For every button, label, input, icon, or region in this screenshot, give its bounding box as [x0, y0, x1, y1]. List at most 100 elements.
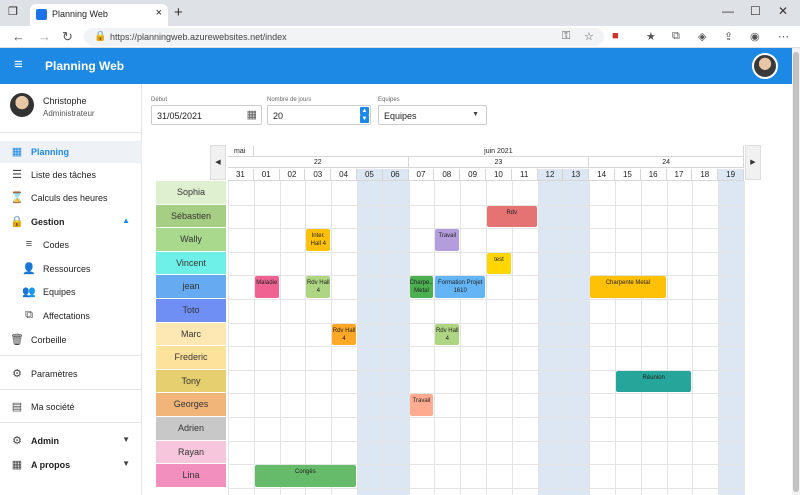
- day-header[interactable]: 16: [640, 169, 667, 181]
- next-period-button[interactable]: ▶: [745, 145, 761, 180]
- header-avatar[interactable]: [752, 53, 778, 79]
- sidebar-item-tasks[interactable]: ☰ Liste des tâches: [0, 164, 142, 186]
- sidebar-item-apropos[interactable]: ▦ A propos ▼: [0, 454, 142, 476]
- browser-tab[interactable]: Planning Web ×: [30, 4, 168, 26]
- minimize-button[interactable]: —: [722, 4, 734, 18]
- sidebar-item-label: Ressources: [43, 264, 91, 274]
- profile-icon[interactable]: ◉: [750, 30, 760, 43]
- planning-event[interactable]: Rdv Hall 4: [332, 323, 356, 346]
- increment-icon[interactable]: ▲: [360, 107, 369, 115]
- day-header[interactable]: 05: [357, 169, 383, 181]
- planning-event[interactable]: Travail: [435, 229, 460, 251]
- back-button[interactable]: ←: [12, 29, 25, 44]
- planning-event[interactable]: Charpe... Metal: [409, 276, 434, 298]
- day-header[interactable]: 02: [279, 169, 306, 181]
- planning-event[interactable]: Maladie: [254, 276, 279, 298]
- start-date-field[interactable]: 31/05/2021 ▦: [151, 105, 262, 125]
- resource-label[interactable]: Lina: [156, 464, 226, 488]
- week-header: 23: [408, 157, 590, 168]
- days-count-stepper[interactable]: 20 ▲ ▼: [267, 105, 371, 125]
- share-icon[interactable]: ⇪: [724, 30, 733, 43]
- resource-label[interactable]: Vincent: [156, 251, 226, 276]
- day-header[interactable]: 04: [331, 169, 357, 181]
- resource-label[interactable]: Frederic: [156, 346, 226, 370]
- resource-label[interactable]: Wally: [156, 228, 226, 252]
- resource-label[interactable]: Sophia: [156, 181, 226, 205]
- close-window-button[interactable]: ✕: [778, 4, 788, 18]
- scrollbar-thumb[interactable]: [793, 52, 799, 492]
- resource-label[interactable]: Tony: [156, 369, 226, 394]
- sidebar-item-planning[interactable]: ▦ Planning: [0, 141, 142, 163]
- resource-label[interactable]: Marc: [156, 322, 226, 347]
- day-header[interactable]: 08: [434, 169, 461, 181]
- day-header[interactable]: 31: [228, 169, 254, 181]
- resource-label[interactable]: Toto: [156, 299, 226, 323]
- day-header[interactable]: 19: [718, 169, 744, 181]
- close-tab-icon[interactable]: ×: [156, 7, 162, 19]
- day-header[interactable]: 15: [615, 169, 641, 181]
- page-scrollbar[interactable]: [792, 48, 800, 495]
- day-header[interactable]: 01: [253, 169, 280, 181]
- sidebar-item-societe[interactable]: ▤ Ma société: [0, 396, 142, 418]
- stepper-buttons[interactable]: ▲ ▼: [360, 107, 369, 123]
- divider: [0, 389, 142, 390]
- day-header[interactable]: 18: [692, 169, 719, 181]
- day-header[interactable]: 11: [511, 169, 538, 181]
- sidebar-item-corbeille[interactable]: 🗑 Corbeille: [0, 329, 142, 351]
- previous-period-button[interactable]: ◀: [210, 145, 226, 180]
- maximize-button[interactable]: ☐: [750, 4, 761, 18]
- planning-event[interactable]: Congés: [254, 465, 356, 487]
- day-header[interactable]: 12: [537, 169, 564, 181]
- grid-icon: ▦: [11, 459, 23, 471]
- resource-label[interactable]: Georges: [156, 393, 226, 417]
- planning-event[interactable]: Formation Projet 1610: [435, 276, 485, 298]
- day-header[interactable]: 17: [666, 169, 693, 181]
- copy-icon: ⧉: [25, 309, 33, 321]
- favorite-add-icon[interactable]: ☆: [584, 30, 594, 43]
- day-header[interactable]: 07: [408, 169, 435, 181]
- sidebar-item-codes[interactable]: ≡ Codes: [0, 234, 142, 256]
- more-icon[interactable]: ⋯: [778, 30, 789, 43]
- day-header[interactable]: 14: [589, 169, 615, 181]
- address-bar[interactable]: 🔒 https://planningweb.azurewebsites.net/…: [84, 28, 604, 46]
- planning-event[interactable]: Rdv Hall 4: [306, 276, 331, 298]
- resource-label[interactable]: Sébastien: [156, 204, 226, 229]
- grid-line: [228, 346, 744, 348]
- planning-event[interactable]: test: [487, 252, 511, 275]
- forward-button[interactable]: →: [38, 29, 51, 44]
- new-tab-button[interactable]: +: [174, 4, 183, 21]
- collections-icon[interactable]: ⧉: [672, 30, 680, 43]
- sidebar-item-parametres[interactable]: ⚙ Paramètres: [0, 363, 142, 385]
- divider: [0, 132, 142, 133]
- planning-event[interactable]: Charpente Metal: [590, 276, 666, 298]
- resource-label[interactable]: Rayan: [156, 440, 226, 465]
- day-header[interactable]: 13: [563, 169, 590, 181]
- planning-event[interactable]: Travail: [409, 394, 434, 416]
- day-header[interactable]: 03: [305, 169, 332, 181]
- planning-event[interactable]: Inter. Hall 4: [306, 229, 331, 251]
- day-header[interactable]: 06: [382, 169, 409, 181]
- decrement-icon[interactable]: ▼: [360, 115, 369, 123]
- resource-label[interactable]: jean: [156, 275, 226, 299]
- sidebar-item-admin[interactable]: ⚙ Admin ▼: [0, 430, 142, 452]
- sidebar-item-hours[interactable]: ⌛ Calculs des heures: [0, 187, 142, 209]
- calendar-icon[interactable]: ▦: [247, 108, 257, 121]
- planning-event[interactable]: Rdv: [487, 205, 537, 228]
- planning-event[interactable]: Réunion: [616, 370, 692, 393]
- resource-label[interactable]: Adrien: [156, 417, 226, 441]
- planning-event[interactable]: Rdv Hall 4: [435, 323, 460, 346]
- sidebar-item-ressources[interactable]: 👤 Ressources: [0, 258, 142, 280]
- extension-icon[interactable]: ■: [612, 30, 619, 42]
- sidebar-item-equipes[interactable]: 👥 Equipes: [0, 281, 142, 303]
- window-menu-icon[interactable]: ❐: [8, 5, 24, 21]
- hamburger-menu-icon[interactable]: ≡: [14, 56, 23, 73]
- favorites-icon[interactable]: ★: [646, 30, 656, 43]
- day-header[interactable]: 10: [486, 169, 512, 181]
- day-header[interactable]: 09: [460, 169, 486, 181]
- team-select[interactable]: Equipes ▼: [378, 105, 487, 125]
- sidebar-item-gestion[interactable]: 🔒 Gestion ▲: [0, 211, 142, 233]
- sidebar-item-affectations[interactable]: ⧉ Affectations: [0, 305, 142, 327]
- key-icon[interactable]: ⚿: [562, 30, 570, 43]
- wallet-icon[interactable]: ◈: [698, 30, 706, 43]
- refresh-button[interactable]: ↻: [62, 29, 73, 45]
